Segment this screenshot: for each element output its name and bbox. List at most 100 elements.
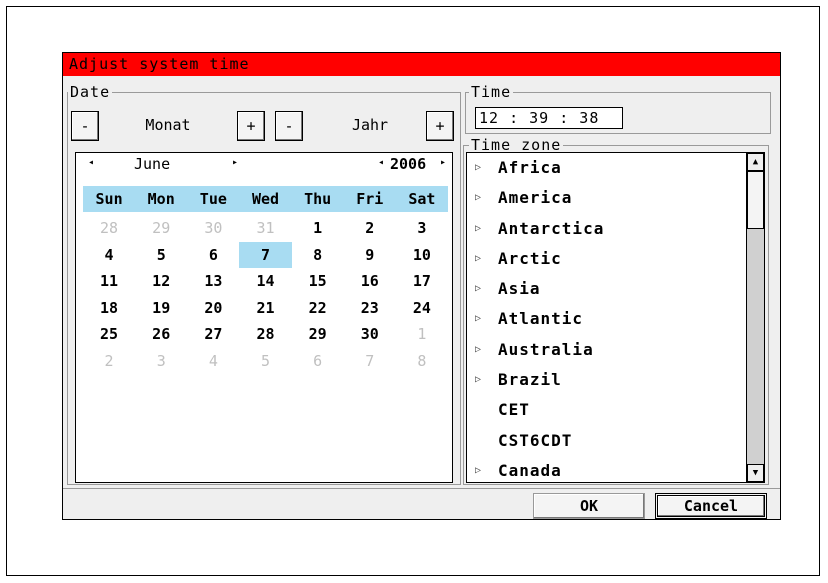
calendar-day[interactable]: 8 bbox=[396, 348, 448, 375]
calendar-day[interactable]: 30 bbox=[344, 321, 396, 348]
weekday-label: Fri bbox=[356, 190, 384, 208]
expand-arrow-icon: ▷ bbox=[475, 192, 483, 204]
calendar-day[interactable]: 3 bbox=[135, 348, 187, 375]
scrollbar-thumb[interactable] bbox=[747, 171, 764, 229]
month-decrement-button[interactable]: - bbox=[71, 111, 99, 141]
calendar-day[interactable]: 12 bbox=[135, 268, 187, 295]
calendar-day[interactable]: 11 bbox=[83, 268, 135, 295]
timezone-item[interactable]: ▷ Asia bbox=[467, 274, 746, 304]
cancel-button[interactable]: Cancel bbox=[655, 493, 767, 519]
calendar-day[interactable]: 5 bbox=[135, 242, 187, 269]
calendar-day[interactable]: 21 bbox=[239, 295, 291, 322]
calendar-day[interactable]: 31 bbox=[239, 215, 291, 242]
date-group-label: Date bbox=[68, 83, 113, 101]
calendar-day-selected[interactable]: 7 bbox=[239, 241, 292, 268]
calendar-day[interactable]: 29 bbox=[292, 321, 344, 348]
calendar-day[interactable]: 19 bbox=[135, 295, 187, 322]
calendar-day[interactable]: 16 bbox=[344, 268, 396, 295]
calendar-day[interactable]: 5 bbox=[239, 348, 291, 375]
timezone-item[interactable]: ▷ America bbox=[467, 183, 746, 213]
calendar-day[interactable]: 13 bbox=[187, 268, 239, 295]
calendar-day[interactable]: 26 bbox=[135, 321, 187, 348]
time-input[interactable]: 12 : 39 : 38 bbox=[475, 107, 623, 129]
timezone-item-label: Atlantic bbox=[498, 309, 584, 329]
calendar-day[interactable]: 27 bbox=[187, 321, 239, 348]
timezone-item-label: CET bbox=[498, 400, 530, 420]
month-label: Monat bbox=[145, 116, 191, 134]
timezone-item[interactable]: ▷ Antarctica bbox=[467, 214, 746, 244]
calendar-day[interactable]: 18 bbox=[83, 295, 135, 322]
timezone-item[interactable]: CET bbox=[467, 395, 746, 425]
timezone-item-label: Brazil bbox=[498, 370, 562, 390]
timezone-item[interactable]: ▷ Brazil bbox=[467, 365, 746, 395]
calendar-day[interactable]: 14 bbox=[239, 268, 291, 295]
prev-month-arrow-icon[interactable]: ◂ bbox=[88, 157, 94, 168]
calendar-day[interactable]: 7 bbox=[344, 348, 396, 375]
timezone-list: ▷ Africa ▷ America ▷ Antarctica ▷ Arctic ▷ As… bbox=[466, 152, 747, 483]
calendar-day[interactable]: 24 bbox=[396, 295, 448, 322]
calendar-day[interactable]: 9 bbox=[344, 242, 396, 269]
calendar-month: June bbox=[134, 155, 171, 173]
calendar-week: 25 26 27 28 29 30 1 bbox=[83, 321, 448, 348]
calendar: ◂ June ▸ ◂ 2006 ▸ Sun Mon Tue Wed Thu Fr… bbox=[75, 152, 453, 483]
calendar-day[interactable]: 17 bbox=[396, 268, 448, 295]
weekday-label: Thu bbox=[304, 190, 332, 208]
timezone-item[interactable]: ▷ Arctic bbox=[467, 244, 746, 274]
timezone-item[interactable]: ▷ Atlantic bbox=[467, 304, 746, 334]
adjust-time-dialog: Adjust system time Date - Monat + - Jahr… bbox=[62, 52, 781, 520]
calendar-day[interactable]: 6 bbox=[292, 348, 344, 375]
calendar-day[interactable]: 28 bbox=[239, 321, 291, 348]
button-bar-divider bbox=[63, 488, 780, 489]
scroll-down-icon[interactable]: ▼ bbox=[747, 464, 764, 482]
calendar-day[interactable]: 22 bbox=[292, 295, 344, 322]
weekday-label: Sun bbox=[95, 190, 123, 208]
time-group-label: Time bbox=[469, 83, 514, 101]
calendar-day[interactable]: 20 bbox=[187, 295, 239, 322]
calendar-day[interactable]: 4 bbox=[83, 242, 135, 269]
calendar-day[interactable]: 23 bbox=[344, 295, 396, 322]
timezone-item[interactable]: ▷ Australia bbox=[467, 335, 746, 365]
calendar-year: 2006 bbox=[390, 155, 427, 173]
expand-arrow-icon: ▷ bbox=[475, 464, 483, 476]
weekday-header: Sun Mon Tue Wed Thu Fri Sat bbox=[83, 186, 448, 212]
timezone-item-label: Australia bbox=[498, 339, 594, 359]
calendar-day[interactable]: 1 bbox=[292, 215, 344, 242]
calendar-day[interactable]: 2 bbox=[344, 215, 396, 242]
calendar-day[interactable]: 15 bbox=[292, 268, 344, 295]
calendar-day[interactable]: 1 bbox=[396, 321, 448, 348]
next-year-arrow-icon[interactable]: ▸ bbox=[440, 157, 446, 168]
timezone-item[interactable]: ▷ Africa bbox=[467, 153, 746, 183]
timezone-item-label: CST6CDT bbox=[498, 430, 573, 450]
scroll-up-icon[interactable]: ▲ bbox=[747, 153, 764, 171]
calendar-header: ◂ June ▸ ◂ 2006 ▸ bbox=[76, 153, 452, 175]
calendar-week: 18 19 20 21 22 23 24 bbox=[83, 295, 448, 322]
weekday-label: Wed bbox=[251, 190, 280, 208]
timezone-item-label: Arctic bbox=[498, 248, 562, 268]
expand-arrow-icon: ▷ bbox=[475, 252, 483, 264]
timezone-scrollbar[interactable]: ▲ ▼ bbox=[747, 152, 765, 483]
year-decrement-button[interactable]: - bbox=[275, 111, 303, 141]
year-increment-button[interactable]: + bbox=[426, 111, 454, 141]
next-month-arrow-icon[interactable]: ▸ bbox=[232, 157, 238, 168]
calendar-day[interactable]: 3 bbox=[396, 215, 448, 242]
calendar-day[interactable]: 28 bbox=[83, 215, 135, 242]
year-label: Jahr bbox=[351, 116, 389, 134]
calendar-day[interactable]: 29 bbox=[135, 215, 187, 242]
timezone-item-label: Antarctica bbox=[498, 218, 605, 238]
month-increment-button[interactable]: + bbox=[237, 111, 265, 141]
timezone-item-label: Asia bbox=[498, 279, 541, 299]
calendar-day[interactable]: 6 bbox=[187, 242, 239, 269]
calendar-day[interactable]: 10 bbox=[396, 242, 448, 269]
timezone-item[interactable]: ▷ Canada bbox=[467, 456, 746, 482]
calendar-day[interactable]: 25 bbox=[83, 321, 135, 348]
prev-year-arrow-icon[interactable]: ◂ bbox=[378, 157, 384, 168]
calendar-day[interactable]: 8 bbox=[292, 242, 344, 269]
calendar-day[interactable]: 30 bbox=[187, 215, 239, 242]
calendar-week: 28 29 30 31 1 2 3 bbox=[83, 215, 448, 242]
timezone-item-label: Africa bbox=[498, 158, 562, 177]
calendar-day[interactable]: 2 bbox=[83, 348, 135, 375]
timezone-item[interactable]: CST6CDT bbox=[467, 426, 746, 456]
calendar-day[interactable]: 4 bbox=[187, 348, 239, 375]
weekday-label: Sat bbox=[408, 190, 436, 208]
ok-button[interactable]: OK bbox=[533, 493, 645, 519]
